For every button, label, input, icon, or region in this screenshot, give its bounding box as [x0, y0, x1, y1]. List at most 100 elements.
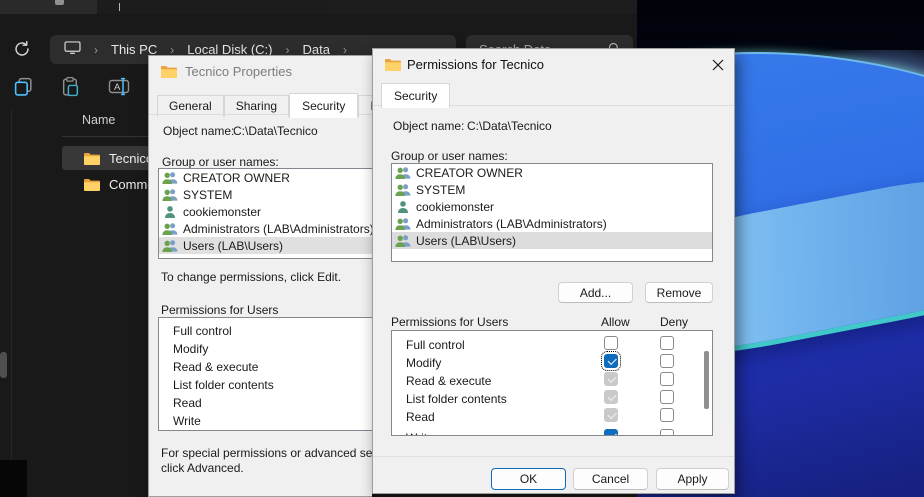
allow-checkbox-modify[interactable]	[604, 354, 618, 368]
permission-read[interactable]: Read	[159, 394, 372, 412]
permission-label: Read & execute	[173, 360, 258, 374]
list-item-label: Administrators (LAB\Administrators)	[416, 217, 607, 231]
tab-folder-icon	[55, 0, 64, 5]
explorer-tab-strip	[0, 0, 637, 14]
deny-checkbox-full-control[interactable]	[660, 336, 674, 350]
list-item-creator-owner[interactable]: CREATOR OWNER	[392, 164, 712, 181]
rename-icon[interactable]: A	[108, 76, 129, 97]
list-item-creator-owner[interactable]: CREATOR OWNER	[159, 169, 372, 186]
group-icon	[395, 217, 411, 230]
permission-label: Write	[406, 431, 434, 436]
permission-read-execute: Read & execute	[392, 372, 491, 390]
group-icon	[395, 183, 411, 196]
deny-checkbox-read[interactable]	[660, 408, 674, 422]
allow-checkbox-read-execute[interactable]	[604, 372, 618, 386]
deny-checkbox-modify[interactable]	[660, 354, 674, 368]
list-item-users[interactable]: Users (LAB\Users)	[392, 232, 712, 249]
tab-security[interactable]: Security	[289, 93, 358, 118]
list-item-label: SYSTEM	[416, 183, 465, 197]
permission-full-control[interactable]: Full control	[159, 322, 372, 340]
list-item-cookiemonster[interactable]: cookiemonster	[159, 203, 372, 220]
desktop: › This PC › Local Disk (C:) › Data › Sea…	[0, 0, 924, 497]
list-item-system[interactable]: SYSTEM	[159, 186, 372, 203]
group-user-list: CREATOR OWNER SYSTEM cookiemonster Admin…	[391, 163, 713, 262]
list-item-administrators[interactable]: Administrators (LAB\Administrators)	[159, 220, 372, 237]
group-user-list: CREATOR OWNER SYSTEM cookiemonster Admin…	[158, 168, 372, 259]
allow-checkbox-write[interactable]	[604, 429, 618, 436]
copy-icon[interactable]	[13, 76, 34, 97]
dialog-title: Permissions for Tecnico	[407, 57, 544, 72]
permissions-for-tecnico-dialog: Permissions for Tecnico Security Object …	[372, 48, 735, 494]
group-icon	[162, 239, 178, 252]
group-icon	[395, 166, 411, 179]
scrollbar-thumb[interactable]	[704, 351, 709, 409]
deny-checkbox-read-execute[interactable]	[660, 372, 674, 386]
ok-button[interactable]: OK	[491, 468, 566, 490]
folder-icon	[84, 152, 100, 165]
column-header-name[interactable]: Name	[82, 113, 115, 127]
permission-label: Modify	[406, 356, 441, 370]
permission-label: Full control	[173, 324, 232, 338]
object-name-value: C:\Data\Tecnico	[233, 124, 318, 138]
allow-checkbox-list-folder[interactable]	[604, 390, 618, 404]
tab-caret-fragment	[119, 3, 120, 11]
tab-security[interactable]: Security	[381, 83, 450, 108]
permission-modify: Modify	[392, 354, 441, 372]
list-item-label: cookiemonster	[416, 200, 494, 214]
permission-list-folder[interactable]: List folder contents	[159, 376, 372, 394]
user-icon	[395, 200, 411, 213]
explorer-active-tab[interactable]	[97, 2, 330, 14]
list-item-label: Administrators (LAB\Administrators)	[183, 222, 372, 236]
advanced-hint-line2: click Advanced.	[161, 461, 244, 475]
this-pc-icon[interactable]	[64, 41, 81, 58]
tecnico-properties-dialog: Tecnico Properties GeneralSharingSecurit…	[148, 55, 372, 497]
permissions-label: Permissions for Users	[391, 315, 508, 329]
permission-label: List folder contents	[406, 392, 507, 406]
window-corner-shadow	[0, 460, 27, 497]
permission-label: Read & execute	[406, 374, 491, 388]
apply-button[interactable]: Apply	[656, 468, 729, 490]
permission-read-execute[interactable]: Read & execute	[159, 358, 372, 376]
list-item-users[interactable]: Users (LAB\Users)	[159, 237, 372, 254]
object-name-label: Object name:	[163, 124, 234, 138]
permissions-tab-bar: Security	[381, 83, 450, 108]
refresh-icon[interactable]	[13, 40, 31, 58]
permission-read: Read	[392, 408, 435, 426]
folder-icon	[161, 65, 177, 78]
deny-checkbox-list-folder[interactable]	[660, 390, 674, 404]
deny-column-header: Deny	[660, 315, 688, 329]
cancel-button[interactable]: Cancel	[573, 468, 648, 490]
permission-write[interactable]: Write	[159, 412, 372, 430]
user-icon	[162, 205, 178, 218]
allow-checkbox-read[interactable]	[604, 408, 618, 422]
permission-write: Write	[392, 429, 434, 436]
permission-label: Write	[173, 414, 201, 428]
group-icon	[395, 234, 411, 247]
list-item-cookiemonster[interactable]: cookiemonster	[392, 198, 712, 215]
group-icon	[162, 188, 178, 201]
file-name: Tecnico	[109, 151, 153, 166]
paste-icon[interactable]	[60, 76, 81, 97]
list-item-label: cookiemonster	[183, 205, 261, 219]
list-item-system[interactable]: SYSTEM	[392, 181, 712, 198]
navigation-pane-edge: › › › ›	[0, 110, 11, 497]
list-item-label: Users (LAB\Users)	[416, 234, 516, 248]
permission-label: Modify	[173, 342, 208, 356]
list-item-label: CREATOR OWNER	[416, 166, 523, 180]
list-item-label: SYSTEM	[183, 188, 232, 202]
dialog-title: Tecnico Properties	[185, 64, 292, 79]
list-item-label: Users (LAB\Users)	[183, 239, 283, 253]
list-item-administrators[interactable]: Administrators (LAB\Administrators)	[392, 215, 712, 232]
deny-checkbox-write[interactable]	[660, 429, 674, 436]
permissions-list: Full control Modify Read & execute List …	[158, 317, 372, 431]
add-button[interactable]: Add...	[558, 282, 633, 303]
scrollbar-thumb[interactable]	[0, 352, 7, 378]
permission-list-folder: List folder contents	[392, 390, 507, 408]
column-header-divider	[62, 136, 148, 137]
permission-modify[interactable]: Modify	[159, 340, 372, 358]
remove-button[interactable]: Remove	[645, 282, 713, 303]
close-icon[interactable]	[709, 56, 727, 74]
permission-label: List folder contents	[173, 378, 274, 392]
allow-column-header: Allow	[601, 315, 630, 329]
allow-checkbox-full-control[interactable]	[604, 336, 618, 350]
